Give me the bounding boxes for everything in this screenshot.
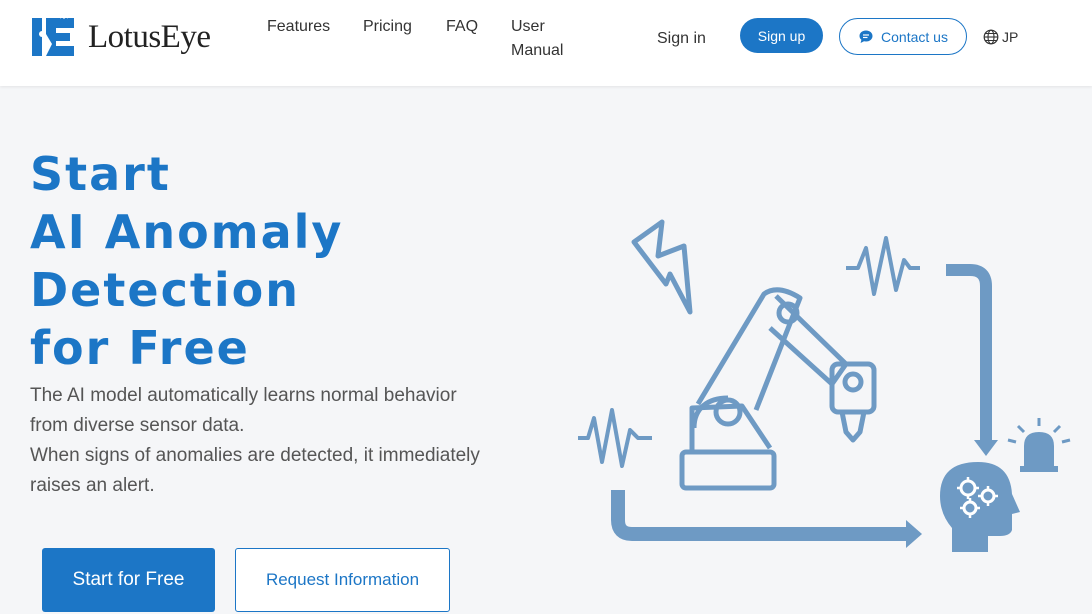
request-information-button[interactable]: Request Information [235, 548, 450, 612]
nav-user-manual[interactable]: User Manual [511, 15, 581, 63]
nav-pricing[interactable]: Pricing [363, 15, 412, 39]
description-line-1: The AI model automatically learns normal… [30, 385, 457, 406]
nav-features[interactable]: Features [267, 15, 330, 39]
contact-us-button[interactable]: Contact us [839, 18, 967, 55]
request-information-label: Request Information [265, 570, 420, 589]
contact-us-label: Contact us [881, 28, 948, 45]
logo-text: LotusEye [88, 18, 211, 55]
robot-arm-icon [679, 287, 877, 491]
headline-line-3: Detection [30, 263, 300, 317]
globe-icon [983, 29, 999, 45]
description-line-3: When signs of anomalies are detected, it… [30, 445, 480, 466]
head-gears-icon [940, 462, 1020, 552]
lightning-icon [631, 219, 693, 315]
arrow-head-down [974, 440, 998, 456]
alarm-light-icon [1007, 418, 1071, 472]
description-line-4: raises an alert. [30, 475, 155, 496]
sign-up-button[interactable]: Sign up [740, 18, 823, 53]
hero-description: The AI model automatically learns normal… [30, 381, 550, 501]
headline-line-4: for Free [30, 321, 250, 375]
logo[interactable]: LotusEye [30, 16, 211, 58]
waveform-icon-left [578, 408, 652, 468]
waveform-icon-top [846, 236, 920, 296]
language-label: JP [1002, 29, 1019, 45]
headline-line-1: Start [30, 147, 171, 201]
start-for-free-label: Start for Free [72, 569, 185, 590]
header: LotusEye Features Pricing FAQ User Manua… [0, 0, 1092, 86]
chat-bubble-icon [859, 30, 873, 43]
hero-headline: Start AI Anomaly Detection for Free [30, 145, 343, 377]
sign-up-label: Sign up [757, 27, 806, 44]
logo-mark-icon [32, 16, 74, 56]
start-for-free-button[interactable]: Start for Free [42, 548, 215, 612]
arrow-head-right [906, 520, 922, 548]
anomaly-detection-illustration [578, 219, 1071, 552]
arrow-icon-down [946, 264, 992, 446]
sign-in-link[interactable]: Sign in [657, 27, 706, 51]
nav-faq[interactable]: FAQ [446, 15, 478, 39]
arrow-icon-right [611, 490, 908, 541]
language-switcher[interactable]: JP [983, 29, 1018, 45]
headline-line-2: AI Anomaly [30, 205, 344, 259]
description-line-2: from diverse sensor data. [30, 415, 245, 436]
